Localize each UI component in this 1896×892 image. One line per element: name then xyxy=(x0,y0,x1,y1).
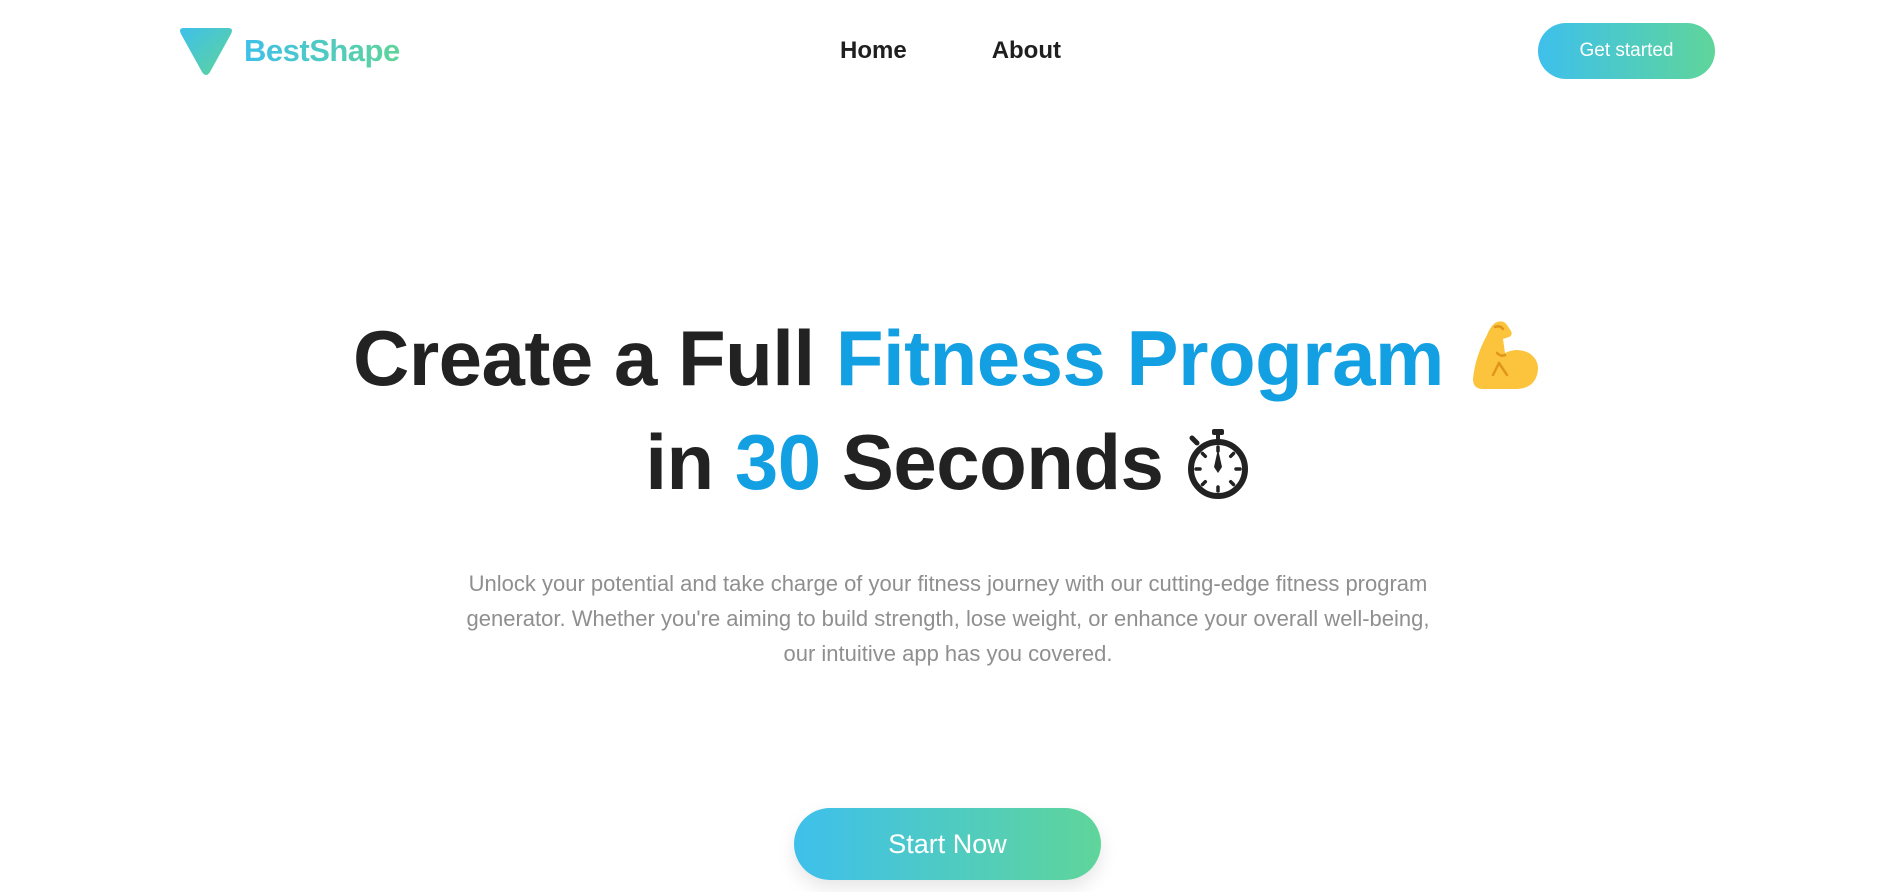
logo-triangle-icon xyxy=(180,28,232,75)
nav-home-link[interactable]: Home xyxy=(840,36,907,66)
hero-title-part2: in xyxy=(645,418,735,506)
nav-about-link[interactable]: About xyxy=(992,36,1061,66)
hero-title-highlight1: Fitness Program xyxy=(835,314,1445,402)
landing-page: BestShape Home About Get started Create … xyxy=(0,0,1896,892)
hero-title: Create a Full Fitness Program in 30 Seco… xyxy=(0,306,1896,514)
stopwatch-icon xyxy=(1187,429,1248,499)
start-now-button[interactable]: Start Now xyxy=(794,808,1101,880)
flexed-biceps-icon xyxy=(1473,321,1538,389)
hero-title-highlight2: 30 xyxy=(734,418,821,506)
brand-logo-link[interactable]: BestShape xyxy=(178,26,400,76)
site-header: BestShape Home About Get started xyxy=(0,0,1896,100)
get-started-button[interactable]: Get started xyxy=(1538,23,1715,79)
hero-subtitle: Unlock your potential and take charge of… xyxy=(466,571,1430,666)
main-nav: Home About xyxy=(840,36,1061,66)
hero-title-part1: Create a Full xyxy=(352,314,836,402)
hero-title-part3: Seconds xyxy=(820,418,1164,506)
brand-name: BestShape xyxy=(244,33,400,68)
